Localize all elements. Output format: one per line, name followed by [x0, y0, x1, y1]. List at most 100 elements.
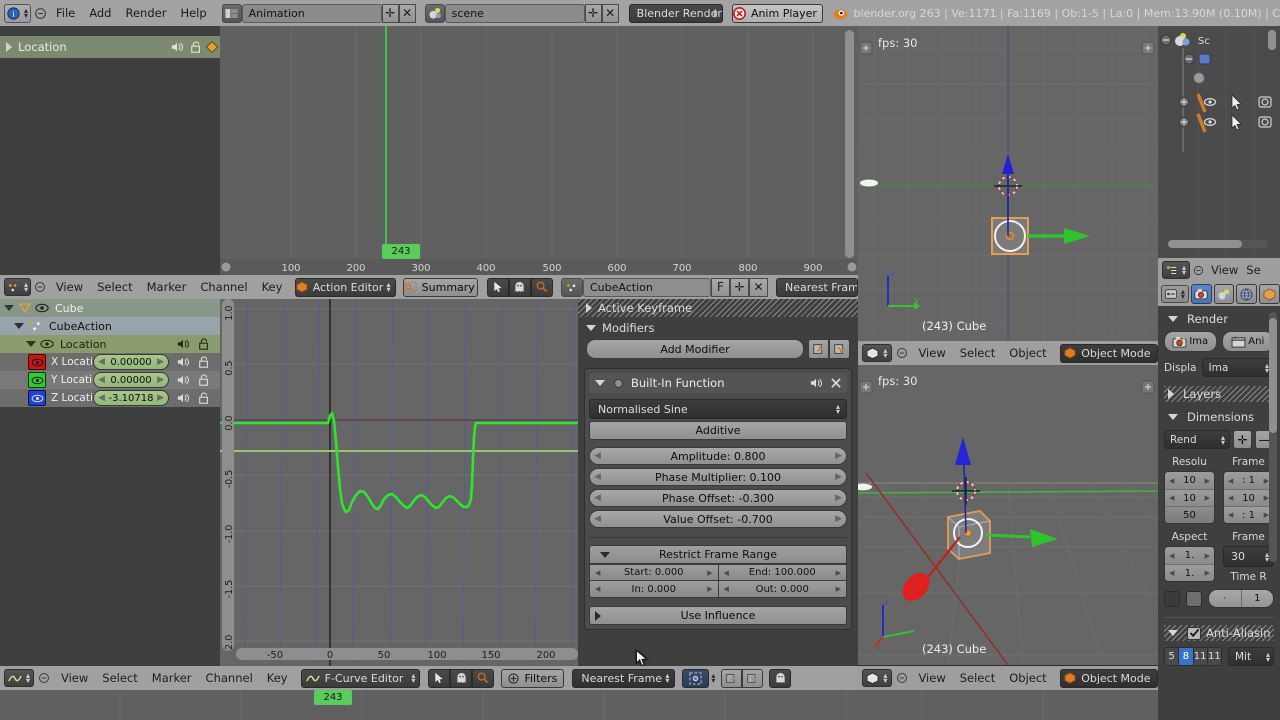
chevron-right-icon[interactable]: ▶ — [707, 585, 712, 593]
z-location-value-slider[interactable]: ◀ -3.10718 ▶ — [93, 390, 169, 406]
collapse-menu-icon[interactable] — [1190, 265, 1207, 276]
menu-file[interactable]: File — [49, 0, 82, 26]
editor-type-selector-outliner[interactable]: ▴ ▾ — [1162, 261, 1190, 279]
unlock-icon[interactable] — [198, 373, 210, 387]
expand-arrow-icon[interactable] — [14, 323, 24, 329]
menu-marker[interactable]: Marker — [145, 666, 199, 690]
amplitude-slider[interactable]: ◀ Amplitude: 0.800 ▶ — [589, 447, 847, 465]
menu-view[interactable]: View — [1207, 258, 1242, 282]
chevron-left-icon[interactable]: ◀ — [1169, 494, 1174, 502]
time-remap-new-field[interactable]: 1 — [1240, 590, 1273, 607]
collapse-arrow-icon[interactable] — [1168, 630, 1178, 636]
time-remap-swatch-2[interactable] — [1186, 590, 1202, 607]
scene-icon[interactable] — [424, 3, 445, 23]
use-influence-toggle[interactable]: Use Influence — [589, 606, 847, 625]
dopesheet-ruler[interactable]: 100 200 300 400 500 600 700 800 900 — [220, 259, 858, 275]
filters-button[interactable]: Filters — [501, 668, 565, 688]
collapse-arrow-icon[interactable] — [586, 325, 596, 331]
frame-start-field[interactable]: ◀ : 1 ▶ — [1224, 472, 1273, 489]
x-location-value-slider[interactable]: ◀ 0.00000 ▶ — [93, 354, 169, 370]
chevron-left-icon[interactable]: ◀ — [98, 375, 105, 385]
menu-select[interactable]: Select — [90, 275, 139, 299]
restrict-in-field[interactable]: ◀ In: 0.000 ▶ — [589, 581, 719, 598]
frame-end-field[interactable]: ◀ 10 ▶ — [1224, 489, 1273, 506]
chevron-right-icon[interactable]: ▶ — [157, 393, 164, 403]
copy-modifiers-icon-button[interactable] — [808, 339, 829, 359]
active-keyframe-section-header[interactable]: Active Keyframe — [578, 299, 858, 317]
menu-view[interactable]: View — [911, 666, 952, 690]
channel-row-z-location[interactable]: Z Locatio ◀ -3.10718 ▶ — [0, 389, 220, 407]
aa-filter-selector[interactable]: Mit ▴ ▾ — [1228, 647, 1274, 666]
menu-channel[interactable]: Channel — [199, 666, 260, 690]
chevron-right-icon[interactable]: ▶ — [835, 451, 842, 461]
chevron-left-icon[interactable]: ◀ — [98, 357, 105, 367]
aspect-y-field[interactable]: ◀ 1. ▶ — [1165, 564, 1214, 581]
chevron-left-icon[interactable]: ◀ — [1169, 569, 1174, 577]
graph-y-axis[interactable]: 1.0 0.5 0.0 -0.5 -1.0 -1.5 -2.0 — [220, 299, 236, 651]
expand-arrow-icon[interactable] — [586, 303, 592, 313]
menu-view[interactable]: View — [911, 341, 952, 365]
chevron-left-icon[interactable]: ◀ — [1228, 494, 1233, 502]
chevron-right-icon[interactable]: ▶ — [157, 357, 164, 367]
delete-scene-button[interactable]: ✕ — [601, 3, 619, 23]
visibility-eye-icon[interactable] — [28, 390, 46, 406]
render-preset-selector[interactable]: Rend ▴ ▾ — [1164, 430, 1230, 449]
menu-view[interactable]: View — [54, 666, 95, 690]
chevron-left-icon[interactable]: ◀ — [595, 569, 600, 577]
chevron-left-icon[interactable]: ◀ — [594, 472, 601, 482]
properties-vertical-scrollbar[interactable] — [1269, 312, 1277, 562]
speaker-icon[interactable] — [176, 338, 190, 350]
viewport-top[interactable]: z y fps: 30 (243) Cube — [858, 26, 1158, 341]
visibility-eye-icon[interactable] — [35, 303, 49, 313]
editor-type-selector-dopesheet[interactable]: ▴ ▾ — [4, 278, 31, 296]
layers-section-header[interactable]: Layers — [1164, 386, 1274, 402]
chevron-left-icon[interactable]: ◀ — [1169, 477, 1174, 485]
render-section-header[interactable]: Render — [1164, 312, 1274, 326]
expand-arrow-icon[interactable] — [6, 42, 12, 52]
render-engine-selector[interactable]: Blender Render ▴ ▾ — [628, 3, 724, 23]
aa-samples-group[interactable]: 5 8 11 11 — [1164, 647, 1222, 666]
expand-arrow-icon[interactable] — [595, 610, 601, 621]
phase-multiplier-slider[interactable]: ◀ Phase Multiplier: 0.100 ▶ — [589, 468, 847, 486]
y-location-value-slider[interactable]: ◀ 0.00000 ▶ — [93, 372, 169, 388]
menu-view[interactable]: View — [49, 275, 90, 299]
menu-object[interactable]: Object — [1002, 666, 1053, 690]
function-type-selector[interactable]: Normalised Sine ▴ ▾ — [589, 399, 847, 419]
dopesheet-vertical-scrollbar[interactable] — [845, 30, 854, 258]
chevron-right-icon[interactable]: ▶ — [835, 472, 842, 482]
time-remap-old-field[interactable]: · — [1209, 590, 1241, 607]
anim-player-button[interactable]: Anim Player — [732, 3, 823, 23]
tab-render[interactable] — [1190, 284, 1212, 304]
tab-object[interactable] — [1259, 284, 1280, 304]
close-icon[interactable] — [830, 377, 842, 389]
snap-mode-selector[interactable]: Nearest Fram — [775, 277, 858, 297]
viewport-bottom[interactable]: z fps: 30 (243) Cube — [858, 365, 1158, 665]
outliner-vertical-scrollbar[interactable] — [1268, 30, 1276, 50]
channel-row-cubeaction[interactable]: CubeAction — [0, 317, 220, 335]
graph-x-axis[interactable]: -50 0 50 100 150 200 — [236, 646, 578, 662]
copy-keyframes-button[interactable] — [721, 668, 743, 688]
channel-row-cube[interactable]: Cube — [0, 299, 220, 317]
speaker-icon[interactable] — [176, 392, 190, 404]
aspect-x-field[interactable]: ◀ 1. ▶ — [1165, 547, 1214, 564]
chevron-left-icon[interactable]: ◀ — [1228, 477, 1233, 485]
collapse-menu-icon[interactable] — [892, 672, 912, 684]
chevron-left-icon[interactable]: ◀ — [594, 451, 601, 461]
collapse-arrow-icon[interactable] — [1168, 316, 1178, 322]
menu-render[interactable]: Render — [118, 0, 173, 26]
modifier-enable-toggle[interactable] — [613, 378, 624, 389]
menu-select[interactable]: Select — [953, 666, 1002, 690]
checkbox-icon[interactable] — [1187, 626, 1201, 640]
phase-offset-slider[interactable]: ◀ Phase Offset: -0.300 ▶ — [589, 489, 847, 507]
ghost-tool-button[interactable] — [450, 668, 473, 688]
add-preset-button[interactable]: ✛ — [1233, 430, 1252, 449]
channel-row-y-location[interactable]: Y Locatio ◀ 0.00000 ▶ — [0, 371, 220, 389]
render-animation-button[interactable]: Ani — [1221, 331, 1274, 352]
bottom-current-frame-indicator[interactable]: 243 — [314, 690, 352, 705]
speaker-icon[interactable] — [809, 377, 823, 389]
editor-type-selector-info[interactable]: i ▴ ▾ — [4, 3, 32, 23]
time-remap-swatch-1[interactable] — [1164, 590, 1180, 607]
expand-arrow-icon[interactable] — [4, 305, 14, 311]
chevron-left-icon[interactable]: ◀ — [1169, 552, 1174, 560]
restrict-frame-range-header[interactable]: Restrict Frame Range — [589, 545, 847, 564]
